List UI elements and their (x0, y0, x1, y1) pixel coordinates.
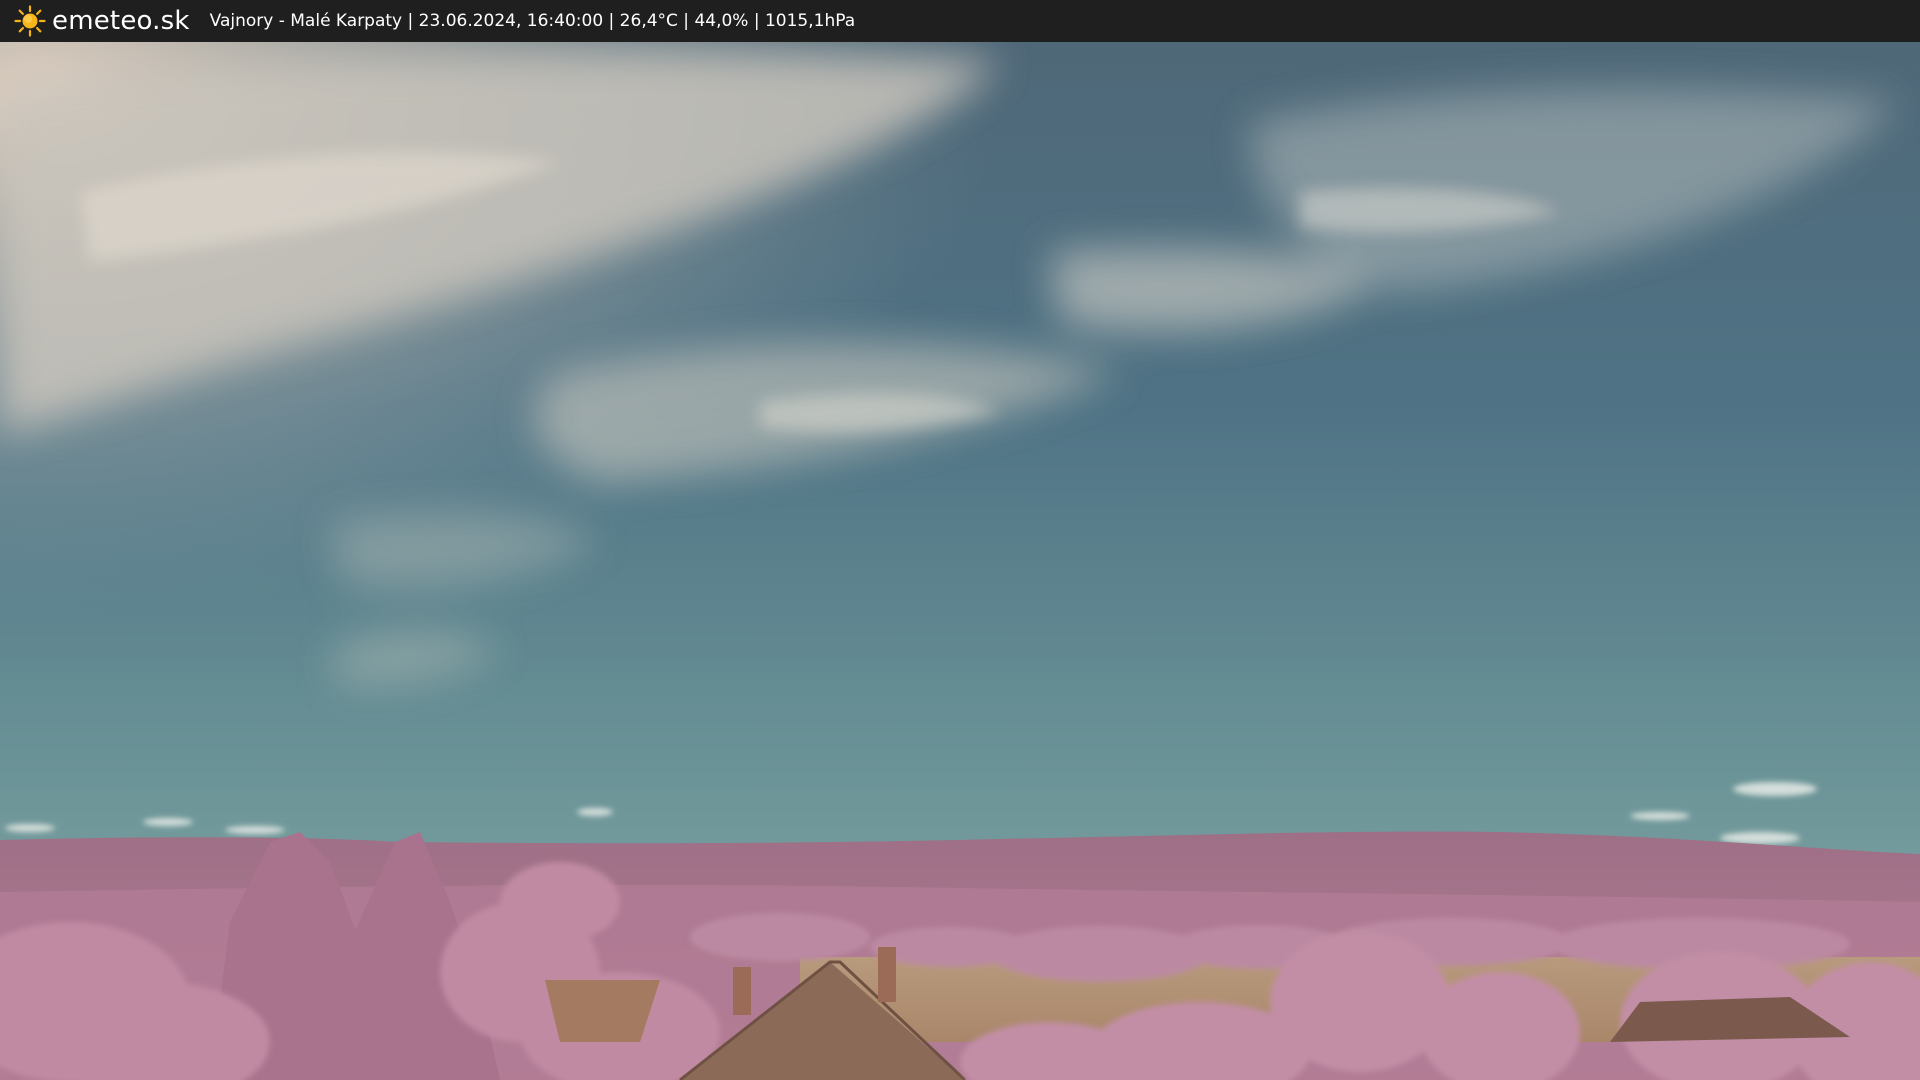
station-info: Vajnory - Malé Karpaty | 23.06.2024, 16:… (209, 11, 856, 31)
brand-name: emeteo.sk (52, 6, 190, 36)
header-bar: emeteo.sk Vajnory - Malé Karpaty | 23.06… (0, 0, 1920, 42)
webcam-frame: emeteo.sk Vajnory - Malé Karpaty | 23.06… (0, 0, 1920, 1080)
webcam-image (0, 42, 1920, 1080)
sun-icon (14, 5, 46, 37)
brand-logo[interactable]: emeteo.sk (14, 5, 190, 37)
